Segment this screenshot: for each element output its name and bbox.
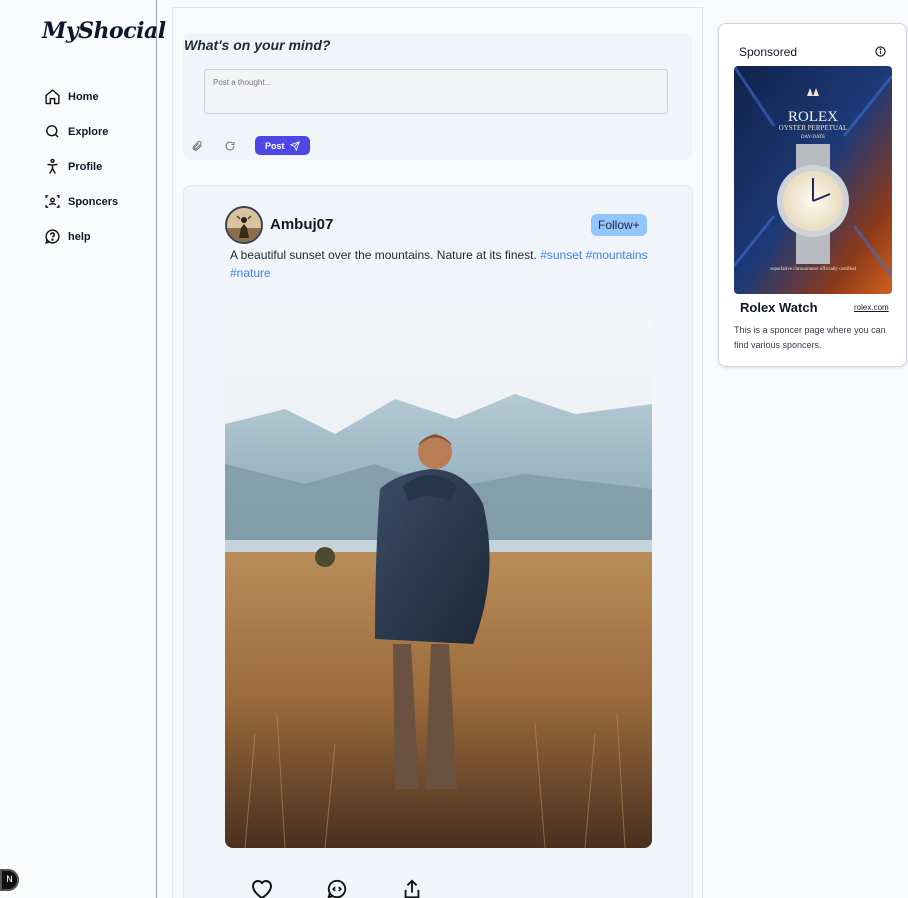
follow-button[interactable]: Follow+ bbox=[591, 214, 647, 236]
person-icon bbox=[47, 158, 58, 174]
paperclip-icon bbox=[192, 140, 202, 151]
ad-brand-text: ROLEX bbox=[788, 109, 838, 125]
composer-actions: Post bbox=[189, 136, 310, 155]
post-image[interactable] bbox=[225, 314, 652, 848]
send-icon bbox=[289, 140, 300, 151]
rolex-ad-photo: ROLEX OYSTER PERPETUAL DAY-DATE superlat… bbox=[734, 66, 892, 294]
sidebar-item-label: help bbox=[68, 230, 91, 243]
post-card: Ambuj07 Follow+ A beautiful sunset over … bbox=[183, 185, 693, 898]
sidebar-item-explore[interactable]: Explore bbox=[44, 114, 118, 149]
sidebar-item-sponcers[interactable]: Sponcers bbox=[44, 184, 118, 219]
refresh-icon bbox=[225, 140, 235, 150]
sidebar-item-label: Explore bbox=[68, 125, 109, 138]
ad-name: Rolex Watch bbox=[740, 300, 818, 315]
help-bubble-icon bbox=[45, 229, 60, 244]
comment-icon bbox=[327, 879, 347, 898]
ad-description: This is a sponcer page where you can fin… bbox=[734, 325, 886, 350]
post-composer: What's on your mind? Post bbox=[183, 33, 692, 160]
composer-title: What's on your mind? bbox=[184, 37, 331, 53]
avatar-image bbox=[227, 208, 261, 242]
ad-footer-text: superlative chronometer officially certi… bbox=[770, 267, 856, 272]
heart-icon bbox=[251, 880, 273, 898]
post-username[interactable]: Ambuj07 bbox=[270, 216, 333, 233]
ad-line1-text: OYSTER PERPETUAL bbox=[779, 124, 848, 132]
hashtag-sunset[interactable]: #sunset bbox=[540, 248, 582, 262]
hashtag-nature[interactable]: #nature bbox=[230, 266, 271, 280]
avatar[interactable] bbox=[225, 206, 263, 244]
landscape-photo bbox=[225, 314, 652, 848]
sidebar-item-label: Home bbox=[68, 90, 99, 103]
share-icon bbox=[404, 879, 420, 898]
sidebar-item-label: Sponcers bbox=[68, 195, 119, 208]
thought-input[interactable] bbox=[204, 69, 668, 114]
info-icon[interactable] bbox=[875, 46, 886, 57]
post-actions bbox=[249, 876, 474, 898]
attach-button[interactable] bbox=[189, 138, 205, 154]
feed: What's on your mind? Post a thought... P… bbox=[172, 7, 703, 898]
sidebar-item-profile[interactable]: Profile bbox=[44, 149, 118, 184]
devtools-badge[interactable]: N bbox=[0, 869, 19, 891]
post-caption: A beautiful sunset over the mountains. N… bbox=[230, 246, 650, 282]
like-button[interactable] bbox=[249, 876, 275, 898]
ad-line2-text: DAY-DATE bbox=[801, 135, 825, 140]
sidebar-nav: Home Explore Profile Sponcers help bbox=[44, 79, 118, 254]
sponsored-card: Sponsored ROLEX OYSTER PERPETUAL DAY-DAT… bbox=[718, 23, 907, 367]
sidebar-item-home[interactable]: Home bbox=[44, 79, 118, 114]
scan-user-icon bbox=[45, 195, 60, 208]
search-icon bbox=[46, 125, 59, 138]
ad-image[interactable]: ROLEX OYSTER PERPETUAL DAY-DATE superlat… bbox=[734, 66, 892, 294]
comment-button[interactable] bbox=[324, 876, 350, 898]
post-button[interactable]: Post bbox=[255, 136, 310, 155]
logo[interactable]: MyShocial bbox=[42, 18, 166, 44]
sponsored-title: Sponsored bbox=[739, 45, 798, 59]
sidebar-item-label: Profile bbox=[68, 160, 103, 173]
sidebar-item-help[interactable]: help bbox=[44, 219, 118, 254]
sidebar: MyShocial Home Explore Profile Sponcers … bbox=[0, 0, 166, 898]
hashtag-mountains[interactable]: #mountains bbox=[586, 248, 648, 262]
home-icon bbox=[45, 89, 60, 105]
post-button-label: Post bbox=[265, 140, 285, 151]
app-root: MyShocial Home Explore Profile Sponcers … bbox=[0, 0, 908, 898]
caption-text: A beautiful sunset over the mountains. N… bbox=[230, 248, 537, 262]
refresh-button[interactable] bbox=[222, 138, 238, 154]
ad-link[interactable]: rolex.com bbox=[854, 303, 889, 312]
share-button[interactable] bbox=[399, 876, 425, 898]
